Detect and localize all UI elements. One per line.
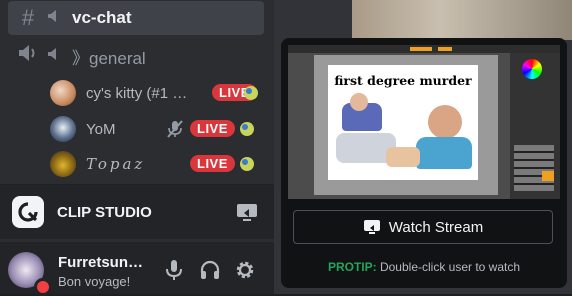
brush-swatch [542,171,554,181]
live-badge: LIVE [190,155,235,172]
avatar [50,151,76,177]
meme-caption: first degree murder [334,73,472,88]
activity-app-name: CLIP STUDIO [57,204,152,221]
live-badge: LIVE [190,120,235,137]
channel-sidebar: # vc-chat 》general cy's kitty (#1 H… LIV… [0,0,274,296]
toolbar-accent [410,47,432,51]
protip: PROTIP: Double-click user to watch [281,260,567,274]
mic-muted-icon [166,119,184,144]
speaker-icon [46,45,68,68]
activity-icon [242,84,262,104]
watch-stream-label: Watch Stream [388,218,484,236]
figure-shape [386,147,420,167]
microphone-icon[interactable] [164,259,184,286]
figure-shape [416,137,472,169]
protip-label: PROTIP: [327,260,377,274]
hash-icon: # [21,5,35,30]
protip-text: Double-click user to watch [379,260,521,274]
watch-stream-button[interactable]: Watch Stream [293,210,553,244]
stream-screen-icon[interactable] [236,202,258,227]
figure-shape [350,93,368,111]
screen-share-icon [363,219,381,235]
channel-general[interactable]: 》general [8,39,264,73]
voice-user-name: YoM [86,120,116,138]
color-wheel [522,59,542,79]
layer-thumbs [514,145,554,191]
meme-image: first degree murder [328,65,478,180]
dnd-status-icon [34,278,52,296]
clip-studio-icon [12,196,44,228]
stream-preview-popout: first degree murder Watch Stream PROTIP:… [281,38,567,288]
headphones-icon[interactable] [199,260,221,285]
background-image-strip [352,0,572,40]
left-divider [274,0,352,40]
user-panel: Furretsun… Bon voyage! [0,242,274,296]
gear-icon[interactable] [234,259,256,286]
custom-status: Bon voyage! [58,274,131,289]
avatar [50,80,76,106]
voice-user-name: cy's kitty (#1 H… [86,84,196,102]
avatar [50,116,76,142]
activity-bar: CLIP STUDIO [0,184,274,239]
figure-shape [428,105,462,139]
voice-channel-icon [16,43,40,69]
voice-user-name: Topaz [86,155,146,173]
toolbar-accent [438,47,452,51]
channel-name: vc-chat [72,8,132,27]
stream-thumbnail[interactable]: first degree murder [288,45,560,199]
speaker-icon [46,7,68,30]
username: Furretsun… [58,254,144,271]
activity-icon [238,155,258,175]
activity-icon [238,120,258,140]
channel-vc-chat[interactable]: # vc-chat [8,1,264,35]
channel-name: 》general [72,48,146,68]
